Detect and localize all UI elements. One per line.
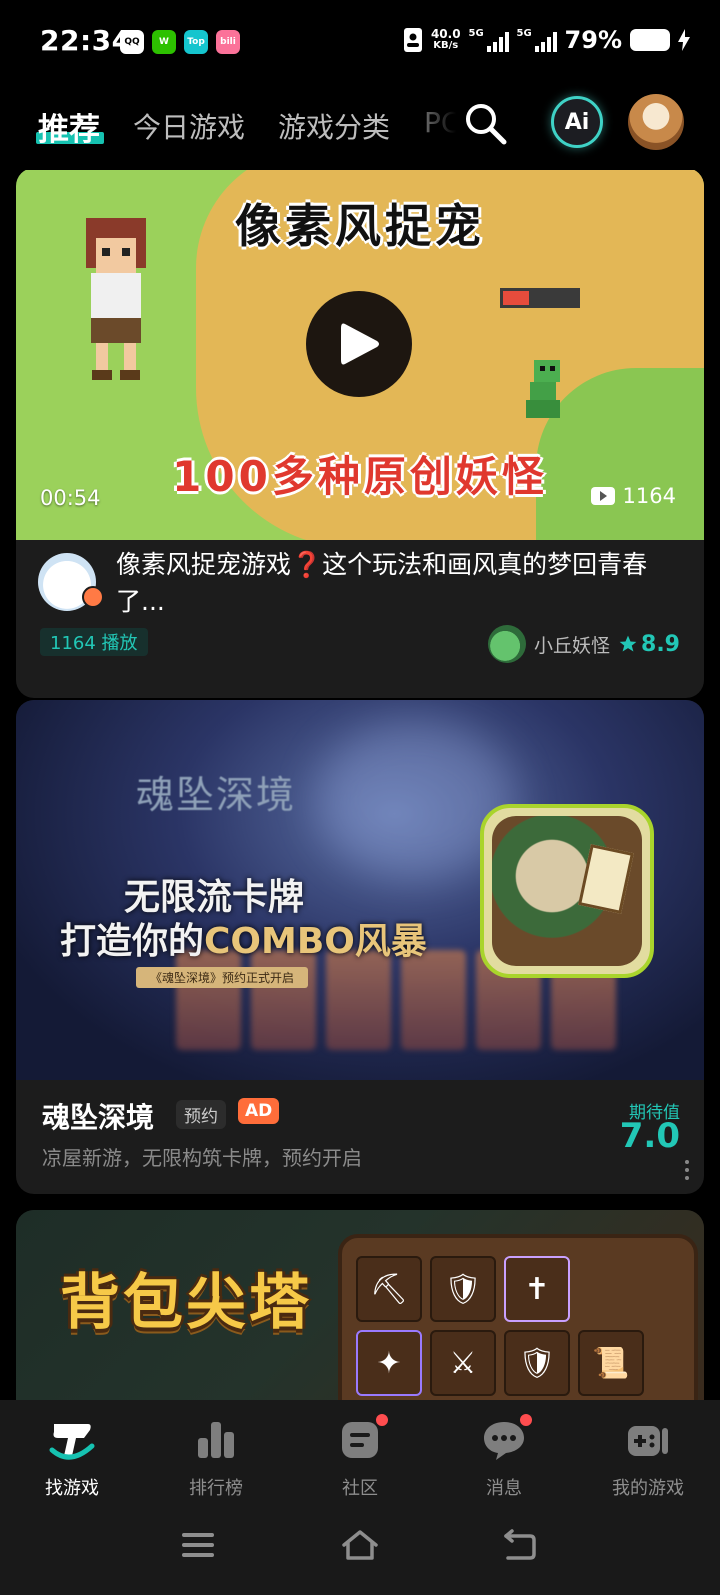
headline-line-2: 打造你的COMBO风暴 xyxy=(60,920,427,964)
notification-icons: QQ W Top bili xyxy=(120,30,240,54)
ai-label: Ai xyxy=(564,109,590,135)
video-duration: 00:54 xyxy=(40,486,101,510)
tab-today-games[interactable]: 今日游戏 xyxy=(133,106,245,146)
video-thumbnail[interactable]: 像素风捉宠 100多种原创妖怪 00:54 1164 xyxy=(16,170,704,540)
game-rating: 8.9 xyxy=(618,632,680,657)
signal-icon: 5G xyxy=(517,28,557,52)
menu-icon[interactable] xyxy=(180,1528,216,1562)
user-avatar[interactable] xyxy=(628,94,684,150)
battery-icon xyxy=(630,29,670,51)
game-rating-value: 8.9 xyxy=(641,631,680,657)
headline-line-1: 无限流卡牌 xyxy=(124,877,305,918)
pixel-snake-icon xyxy=(526,360,560,418)
headline-line-2-prefix: 打造你的 xyxy=(60,921,205,962)
taptap-icon: Top xyxy=(184,30,208,54)
ad-banner-tagline: 《魂坠深境》预约正式开启 xyxy=(136,967,309,988)
taptap-logo-icon xyxy=(49,1424,95,1460)
gamepad-icon xyxy=(628,1426,668,1456)
play-count-pill: 1164 播放 xyxy=(40,628,148,656)
net-speed-unit: KB/s xyxy=(433,40,459,51)
bottom-nav: 找游戏 排行榜 社区 消息 我的游戏 xyxy=(0,1400,720,1508)
more-options-icon[interactable] xyxy=(684,1160,690,1180)
related-game-name: 小丘妖怪 xyxy=(534,634,611,657)
health-bar-icon xyxy=(500,288,580,308)
shield-icon: 🛡 xyxy=(504,1330,570,1396)
game-card[interactable]: ⛏ 🛡 ✝ ✦ ⚔ 🛡 📜 背包尖塔 xyxy=(16,1210,704,1400)
notification-badge xyxy=(518,1412,534,1428)
video-views-icon xyxy=(590,487,615,505)
tab-game-categories[interactable]: 游戏分类 xyxy=(278,106,390,146)
nav-label: 排行榜 xyxy=(189,1478,243,1499)
verified-badge-icon xyxy=(82,586,104,608)
ad-badge: AD xyxy=(238,1098,280,1124)
shield-icon: 🛡 xyxy=(430,1256,496,1322)
video-view-count: 1164 xyxy=(590,484,676,508)
net-speed: 40.0 KB/s xyxy=(431,28,461,52)
ad-game-name[interactable]: 魂坠深境 xyxy=(42,1096,154,1136)
feed[interactable]: 像素风捉宠 100多种原创妖怪 00:54 1164 像素风捉宠游戏❓这个玩法和… xyxy=(0,170,720,1400)
game-banner-title: 背包尖塔 xyxy=(60,1268,312,1338)
tab-recommend[interactable]: 推荐 xyxy=(38,104,100,149)
cross-card-icon: ✝ xyxy=(504,1256,570,1322)
back-icon[interactable] xyxy=(502,1528,536,1562)
video-description[interactable]: 像素风捉宠游戏❓这个玩法和画风真的梦回青春了... xyxy=(116,546,676,620)
system-nav-bar xyxy=(0,1508,720,1595)
game-icon xyxy=(488,625,526,663)
wechat-icon: W xyxy=(152,30,176,54)
star-icon xyxy=(619,635,637,652)
status-time: 22:34 xyxy=(40,24,132,57)
ranking-icon xyxy=(198,1422,234,1458)
game-banner[interactable]: ⛏ 🛡 ✝ ✦ ⚔ 🛡 📜 背包尖塔 xyxy=(16,1210,704,1400)
signal-icon: 5G xyxy=(469,28,509,52)
nav-community[interactable]: 社区 xyxy=(288,1400,432,1508)
nav-find-games[interactable]: 找游戏 xyxy=(0,1400,144,1508)
nav-messages[interactable]: 消息 xyxy=(432,1400,576,1508)
video-card[interactable]: 像素风捉宠 100多种原创妖怪 00:54 1164 像素风捉宠游戏❓这个玩法和… xyxy=(16,170,704,698)
swords-icon: ⚔ xyxy=(430,1330,496,1396)
qq-icon: QQ xyxy=(120,30,144,54)
expectation-value: 7.0 xyxy=(619,1116,680,1156)
sparkle-card-icon: ✦ xyxy=(356,1330,422,1396)
sim-card-icon xyxy=(403,28,422,52)
top-header: 推荐 今日游戏 游戏分类 PC Ai xyxy=(0,86,720,170)
view-count-text: 1164 xyxy=(622,484,676,508)
ad-banner-headline: 无限流卡牌 打造你的COMBO风暴 xyxy=(60,876,427,964)
scroll-icon: 📜 xyxy=(578,1330,644,1396)
nav-my-games[interactable]: 我的游戏 xyxy=(576,1400,720,1508)
bilibili-icon: bili xyxy=(216,30,240,54)
ad-banner-logo: 魂坠深境 xyxy=(136,773,297,817)
nav-label: 社区 xyxy=(342,1478,378,1499)
battery-percent: 79% xyxy=(564,26,622,54)
video-banner-title: 像素风捉宠 xyxy=(235,199,485,253)
play-button[interactable] xyxy=(306,291,412,397)
nav-label: 我的游戏 xyxy=(612,1478,684,1499)
status-bar: 22:34 QQ W Top bili 40.0 KB/s 5G 5G 79% xyxy=(0,0,720,86)
nav-rankings[interactable]: 排行榜 xyxy=(144,1400,288,1508)
ai-assistant-button[interactable]: Ai xyxy=(551,96,603,148)
backpack-chest: ⛏ 🛡 ✝ ✦ ⚔ 🛡 📜 xyxy=(338,1234,698,1400)
ad-card[interactable]: 魂坠深境 无限流卡牌 打造你的COMBO风暴 《魂坠深境》预约正式开启 魂坠深境… xyxy=(16,700,704,1194)
play-icon xyxy=(341,323,379,365)
related-game-link[interactable]: 小丘妖怪 8.9 xyxy=(488,625,680,663)
nav-label: 消息 xyxy=(486,1478,522,1499)
headline-line-2-highlight: COMBO风暴 xyxy=(204,921,427,962)
nav-label: 找游戏 xyxy=(45,1478,99,1499)
net-speed-value: 40.0 xyxy=(430,27,461,41)
notification-badge xyxy=(374,1412,390,1428)
search-icon[interactable] xyxy=(462,100,510,148)
signal-label: 5G xyxy=(468,28,484,39)
home-icon[interactable] xyxy=(340,1528,380,1562)
charging-icon xyxy=(678,29,690,51)
ad-game-description: 凉屋新游，无限构筑卡牌，预约开启 xyxy=(42,1146,362,1170)
reserve-tag: 预约 xyxy=(176,1100,226,1129)
status-indicators: 40.0 KB/s 5G 5G 79% xyxy=(403,26,690,54)
signal-label: 5G xyxy=(516,28,532,39)
pickaxe-icon: ⛏ xyxy=(356,1256,422,1322)
ad-banner[interactable]: 魂坠深境 无限流卡牌 打造你的COMBO风暴 《魂坠深境》预约正式开启 xyxy=(16,700,704,1080)
game-app-icon[interactable] xyxy=(480,804,654,978)
